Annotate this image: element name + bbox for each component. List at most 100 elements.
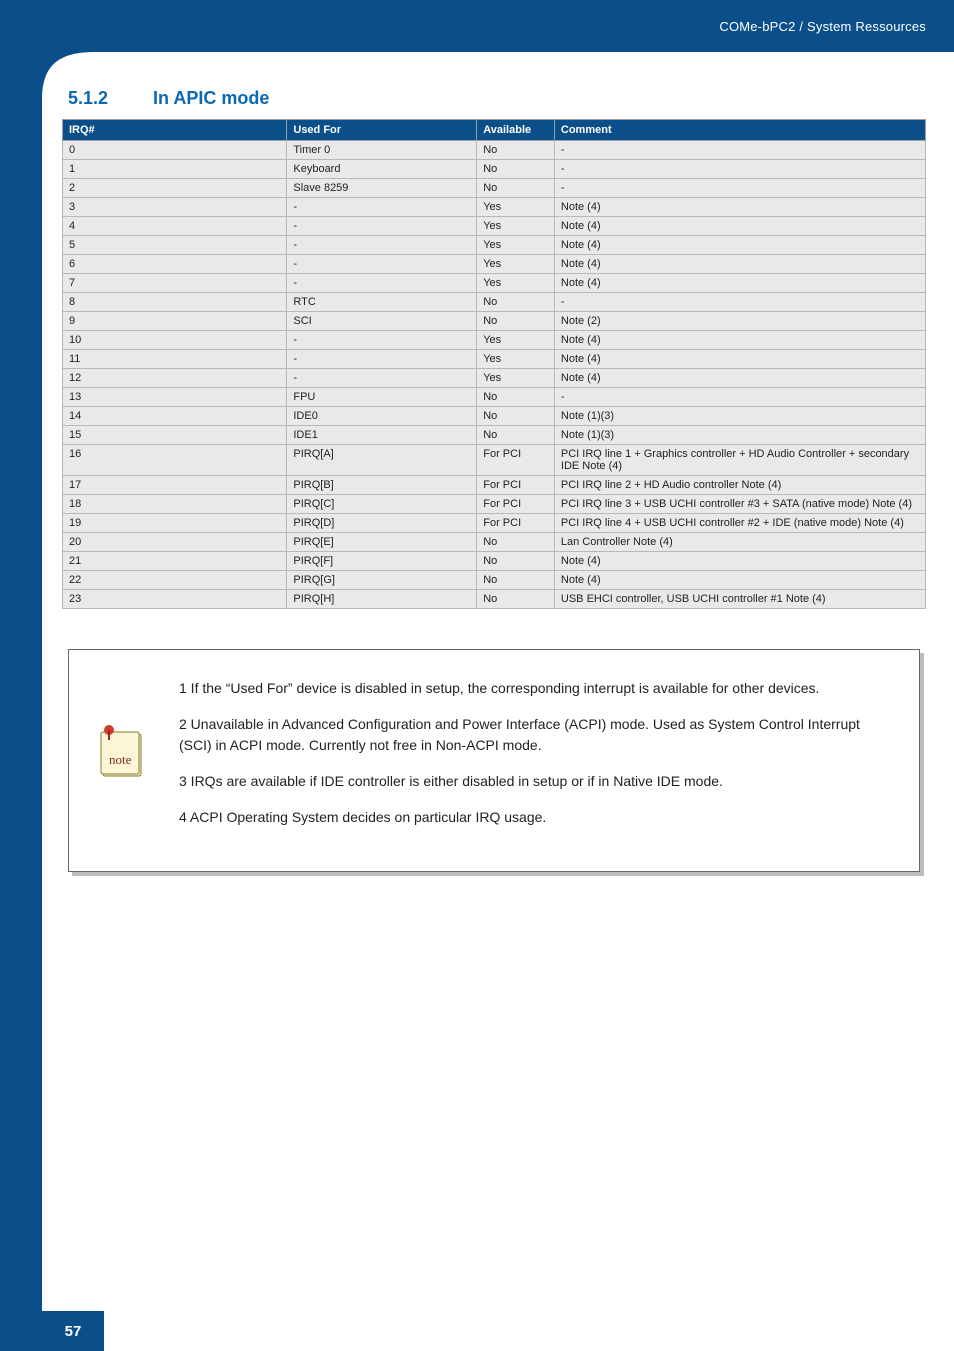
- cell-used: Timer 0: [287, 141, 477, 160]
- cell-avail: For PCI: [477, 514, 555, 533]
- cell-comment: -: [554, 179, 925, 198]
- cell-avail: No: [477, 590, 555, 609]
- cell-irq: 9: [63, 312, 287, 331]
- cell-comment: Note (4): [554, 236, 925, 255]
- cell-used: PIRQ[F]: [287, 552, 477, 571]
- table-row: 5-YesNote (4): [63, 236, 926, 255]
- left-band: [0, 0, 42, 1351]
- cell-used: PIRQ[E]: [287, 533, 477, 552]
- cell-used: -: [287, 198, 477, 217]
- cell-used: -: [287, 255, 477, 274]
- cell-irq: 14: [63, 407, 287, 426]
- col-header-used: Used For: [287, 120, 477, 141]
- notes-box: note 1 If the “Used For” device is disab…: [68, 649, 920, 872]
- cell-used: -: [287, 236, 477, 255]
- cell-irq: 3: [63, 198, 287, 217]
- cell-used: IDE1: [287, 426, 477, 445]
- table-row: 6-YesNote (4): [63, 255, 926, 274]
- cell-comment: -: [554, 160, 925, 179]
- svg-text:note: note: [109, 752, 132, 767]
- cell-used: PIRQ[C]: [287, 495, 477, 514]
- cell-irq: 7: [63, 274, 287, 293]
- cell-avail: Yes: [477, 236, 555, 255]
- cell-avail: No: [477, 426, 555, 445]
- note-2: 2 Unavailable in Advanced Configuration …: [179, 714, 891, 755]
- table-row: 21PIRQ[F]NoNote (4): [63, 552, 926, 571]
- table-row: 17PIRQ[B]For PCIPCI IRQ line 2 + HD Audi…: [63, 476, 926, 495]
- cell-avail: No: [477, 179, 555, 198]
- table-row: 9SCINoNote (2): [63, 312, 926, 331]
- cell-avail: For PCI: [477, 445, 555, 476]
- col-header-irq: IRQ#: [63, 120, 287, 141]
- cell-used: Slave 8259: [287, 179, 477, 198]
- cell-avail: No: [477, 571, 555, 590]
- cell-avail: No: [477, 388, 555, 407]
- cell-comment: PCI IRQ line 2 + HD Audio controller Not…: [554, 476, 925, 495]
- cell-comment: Note (4): [554, 198, 925, 217]
- cell-irq: 11: [63, 350, 287, 369]
- table-row: 11-YesNote (4): [63, 350, 926, 369]
- cell-used: -: [287, 350, 477, 369]
- cell-irq: 21: [63, 552, 287, 571]
- table-header-row: IRQ# Used For Available Comment: [63, 120, 926, 141]
- cell-used: -: [287, 369, 477, 388]
- col-header-available: Available: [477, 120, 555, 141]
- cell-irq: 12: [63, 369, 287, 388]
- cell-avail: No: [477, 293, 555, 312]
- table-row: 20PIRQ[E]NoLan Controller Note (4): [63, 533, 926, 552]
- cell-used: PIRQ[G]: [287, 571, 477, 590]
- note-icon: note: [97, 724, 147, 780]
- note-4: 4 ACPI Operating System decides on parti…: [179, 807, 891, 827]
- table-row: 10-YesNote (4): [63, 331, 926, 350]
- page: COMe-bPC2 / System Ressources 5.1.2 In A…: [0, 0, 954, 1351]
- cell-irq: 20: [63, 533, 287, 552]
- table-row: 23PIRQ[H]NoUSB EHCI controller, USB UCHI…: [63, 590, 926, 609]
- cell-used: RTC: [287, 293, 477, 312]
- cell-used: PIRQ[D]: [287, 514, 477, 533]
- cell-avail: No: [477, 141, 555, 160]
- table-row: 15IDE1NoNote (1)(3): [63, 426, 926, 445]
- cell-avail: No: [477, 160, 555, 179]
- cell-used: -: [287, 274, 477, 293]
- irq-table: IRQ# Used For Available Comment 0Timer 0…: [62, 119, 926, 609]
- cell-comment: USB EHCI controller, USB UCHI controller…: [554, 590, 925, 609]
- cell-comment: -: [554, 293, 925, 312]
- page-number: 57: [42, 1311, 104, 1351]
- cell-comment: Note (4): [554, 217, 925, 236]
- cell-comment: Note (4): [554, 255, 925, 274]
- cell-avail: Yes: [477, 217, 555, 236]
- cell-irq: 0: [63, 141, 287, 160]
- table-row: 0Timer 0No-: [63, 141, 926, 160]
- cell-avail: For PCI: [477, 495, 555, 514]
- cell-avail: Yes: [477, 255, 555, 274]
- section-title: In APIC mode: [153, 88, 269, 108]
- table-row: 19PIRQ[D]For PCIPCI IRQ line 4 + USB UCH…: [63, 514, 926, 533]
- cell-irq: 23: [63, 590, 287, 609]
- cell-used: Keyboard: [287, 160, 477, 179]
- cell-used: IDE0: [287, 407, 477, 426]
- cell-avail: For PCI: [477, 476, 555, 495]
- cell-comment: -: [554, 141, 925, 160]
- table-row: 7-YesNote (4): [63, 274, 926, 293]
- cell-comment: Note (1)(3): [554, 426, 925, 445]
- cell-irq: 13: [63, 388, 287, 407]
- cell-comment: Note (4): [554, 552, 925, 571]
- section-number: 5.1.2: [68, 88, 148, 109]
- cell-used: FPU: [287, 388, 477, 407]
- cell-irq: 5: [63, 236, 287, 255]
- cell-irq: 1: [63, 160, 287, 179]
- cell-used: PIRQ[H]: [287, 590, 477, 609]
- cell-avail: No: [477, 312, 555, 331]
- table-row: 4-YesNote (4): [63, 217, 926, 236]
- cell-comment: PCI IRQ line 3 + USB UCHI controller #3 …: [554, 495, 925, 514]
- cell-comment: Note (4): [554, 369, 925, 388]
- notes-wrap: note 1 If the “Used For” device is disab…: [62, 649, 926, 872]
- cell-irq: 15: [63, 426, 287, 445]
- cell-irq: 17: [63, 476, 287, 495]
- cell-irq: 16: [63, 445, 287, 476]
- cell-irq: 2: [63, 179, 287, 198]
- cell-comment: PCI IRQ line 1 + Graphics controller + H…: [554, 445, 925, 476]
- cell-irq: 18: [63, 495, 287, 514]
- note-3: 3 IRQs are available if IDE controller i…: [179, 771, 891, 791]
- col-header-comment: Comment: [554, 120, 925, 141]
